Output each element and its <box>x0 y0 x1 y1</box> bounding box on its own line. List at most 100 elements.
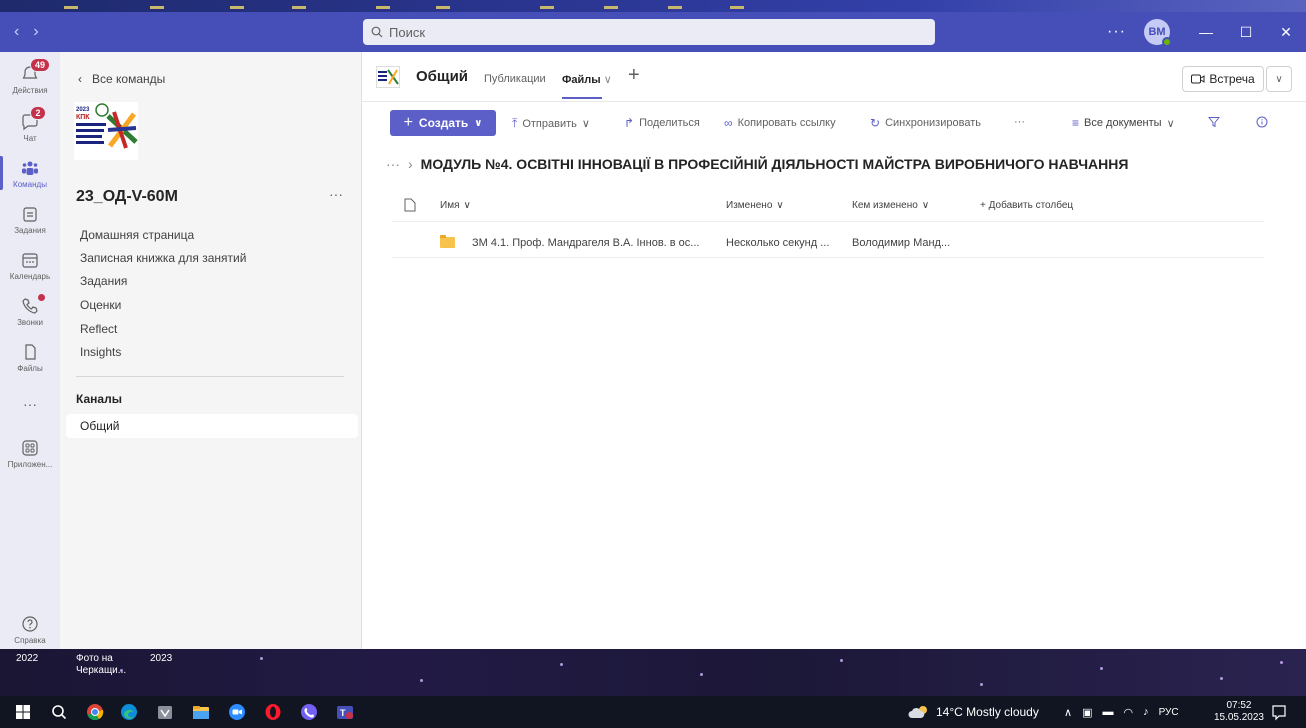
rail-item-files[interactable]: Файлы <box>0 342 60 373</box>
file-explorer-icon[interactable] <box>192 703 210 721</box>
viber-icon[interactable] <box>300 703 318 721</box>
store-icon[interactable] <box>156 703 174 721</box>
rail-label: Календарь <box>9 272 51 281</box>
edge-icon[interactable] <box>120 703 138 721</box>
teams-taskbar-icon[interactable]: T <box>336 703 354 721</box>
avatar-initials: BM <box>1148 26 1166 38</box>
search-icon[interactable] <box>50 703 68 721</box>
column-header-modified-by[interactable]: Кем изменено ∨ <box>852 200 929 211</box>
files-toolbar: + Создать ∨ ⤒ Отправить ∨ ↱ Поделиться ∞… <box>362 108 1306 136</box>
chat-badge: 2 <box>30 106 46 120</box>
chevron-down-icon: ∨ <box>776 200 784 211</box>
team-link-insights[interactable]: Insights <box>80 345 121 359</box>
rail-item-calendar[interactable]: Календарь <box>0 250 60 281</box>
rail-label: Приложен... <box>7 460 53 469</box>
chevron-down-icon: ∨ <box>921 200 930 211</box>
opera-icon[interactable] <box>264 703 282 721</box>
wifi-icon[interactable]: ◠ <box>1123 706 1133 719</box>
add-tab-button[interactable]: + <box>628 64 640 87</box>
add-column-button[interactable]: + Добавить столбец <box>980 200 1073 211</box>
sync-icon: ↻ <box>870 116 881 130</box>
settings-more-button[interactable]: ··· <box>1107 23 1126 41</box>
channel-item-general[interactable]: Общий <box>66 414 358 438</box>
view-selector[interactable]: ≡ Все документы ∨ <box>1072 116 1175 130</box>
share-label: Поделиться <box>639 117 700 129</box>
rail-item-activity[interactable]: 49 Действия <box>0 58 60 95</box>
team-more-button[interactable]: ··· <box>329 186 343 202</box>
more-icon: ··· <box>23 396 37 412</box>
desktop-item[interactable]: Фото на Черкащи... <box>76 653 130 677</box>
send-button[interactable]: ⤒ Отправить ∨ <box>512 116 590 131</box>
rail-item-help[interactable]: Справка <box>0 614 60 645</box>
rail-item-chat[interactable]: 2 Чат <box>0 106 60 143</box>
tab-files[interactable]: Файлы ∨ <box>562 73 612 99</box>
sync-button[interactable]: ↻ Синхронизировать <box>870 116 981 130</box>
rail-label: Чат <box>23 134 37 143</box>
rail-more-button[interactable]: ··· <box>0 396 60 412</box>
rail-item-teams[interactable]: Команды <box>0 156 60 190</box>
file-type-header[interactable] <box>404 198 416 212</box>
chevron-right-icon: › <box>408 156 413 172</box>
team-link-notebook[interactable]: Записная книжка для занятий <box>80 251 246 265</box>
create-button[interactable]: + Создать ∨ <box>390 110 496 136</box>
rail-item-apps[interactable]: Приложен... <box>0 438 60 469</box>
all-teams-link[interactable]: ‹ Все команды <box>78 72 165 86</box>
team-link-assignments[interactable]: Задания <box>80 274 127 288</box>
table-row[interactable]: ЗМ 4.1. Проф. Мандрагеля В.А. Іннов. в о… <box>392 228 1264 258</box>
info-button[interactable] <box>1256 116 1268 128</box>
app-rail: 49 Действия 2 Чат Команды Задания Календ… <box>0 52 60 649</box>
breadcrumb-more-button[interactable]: ··· <box>386 156 400 172</box>
battery-icon[interactable]: ▬ <box>1102 706 1113 718</box>
clock[interactable]: 07:52 15.05.2023 <box>1214 700 1264 724</box>
language-indicator[interactable]: РУС <box>1159 707 1179 718</box>
team-pane: ‹ Все команды 2023 КПК 23_ОД-V-60М ··· Д… <box>60 52 362 649</box>
chevron-up-icon[interactable]: ∧ <box>1064 706 1072 719</box>
forward-arrow-icon[interactable]: › <box>33 23 38 41</box>
meet-now-icon[interactable]: ▣ <box>1082 706 1092 719</box>
column-label: Кем изменено <box>852 200 918 211</box>
column-label: Имя <box>440 200 460 211</box>
chevron-down-icon: ∨ <box>1275 73 1283 85</box>
column-header-name[interactable]: Имя ∨ <box>440 200 471 211</box>
chrome-icon[interactable] <box>86 703 104 721</box>
help-icon <box>22 616 38 632</box>
rail-item-assignments[interactable]: Задания <box>0 204 60 235</box>
tab-label: Файлы <box>562 74 601 86</box>
zoom-icon[interactable] <box>228 703 246 721</box>
history-nav: ‹ › <box>0 23 60 41</box>
team-link-grades[interactable]: Оценки <box>80 298 121 312</box>
avatar[interactable]: BM <box>1144 19 1172 47</box>
tab-posts[interactable]: Публикации <box>484 73 546 85</box>
back-arrow-icon[interactable]: ‹ <box>14 23 19 41</box>
desktop-item[interactable]: 2022 <box>16 653 38 665</box>
weather-widget[interactable]: 14°C Mostly cloudy <box>908 696 1039 728</box>
toolbar-more-button[interactable]: ··· <box>1014 116 1025 128</box>
filter-button[interactable] <box>1208 116 1220 128</box>
clock-time: 07:52 <box>1226 700 1252 711</box>
upload-icon: ⤒ <box>512 116 518 130</box>
calendar-icon <box>22 253 38 268</box>
column-header-modified[interactable]: Изменено ∨ <box>726 200 784 211</box>
team-link-home[interactable]: Домашняя страница <box>80 228 194 242</box>
share-button[interactable]: ↱ Поделиться <box>624 116 700 130</box>
chevron-down-icon: ∨ <box>463 200 471 211</box>
file-icon <box>404 198 416 212</box>
file-modified-by: Володимир Манд... <box>852 237 951 249</box>
search-input[interactable]: Поиск <box>363 19 935 45</box>
notification-icon[interactable] <box>1270 703 1288 721</box>
team-link-reflect[interactable]: Reflect <box>80 322 117 336</box>
search-placeholder: Поиск <box>389 24 426 40</box>
rail-item-calls[interactable]: Звонки <box>0 294 60 327</box>
title-bar: ‹ › Поиск ··· BM — ☐ ✕ <box>0 12 1306 52</box>
volume-icon[interactable]: ♪ <box>1143 706 1149 718</box>
windows-start-icon[interactable] <box>14 703 32 721</box>
copy-link-button[interactable]: ∞ Копировать ссылку <box>724 116 836 130</box>
minimize-button[interactable]: — <box>1186 24 1226 40</box>
desktop-item[interactable]: 2023 <box>150 653 172 665</box>
meet-dropdown-button[interactable]: ∨ <box>1266 66 1292 92</box>
close-button[interactable]: ✕ <box>1266 24 1306 41</box>
file-name[interactable]: ЗМ 4.1. Проф. Мандрагеля В.А. Іннов. в о… <box>472 237 718 249</box>
meet-button[interactable]: Встреча <box>1182 66 1264 92</box>
maximize-button[interactable]: ☐ <box>1226 24 1266 41</box>
folder-icon <box>440 235 455 248</box>
